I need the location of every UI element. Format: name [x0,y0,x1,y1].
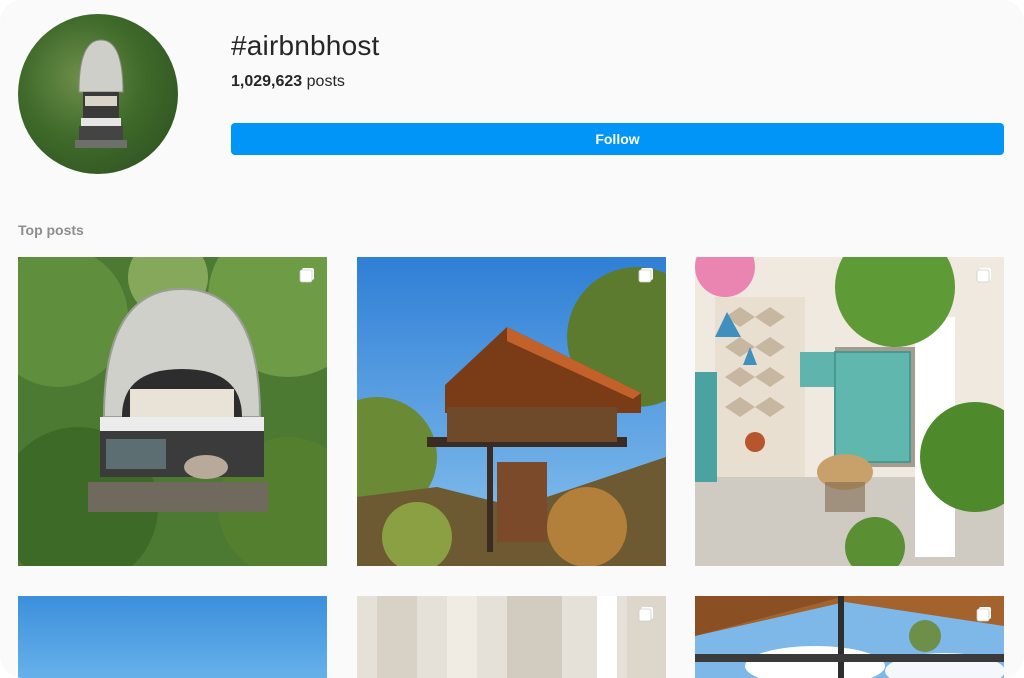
post-arched-cabin-forest[interactable] [18,257,327,566]
multiple-images-icon [976,607,991,622]
multiple-images-icon [638,268,653,283]
multiple-images-icon [299,268,314,283]
white-curtains-image [357,596,666,678]
patio-image [695,257,1004,566]
hashtag-avatar [18,14,178,174]
multiple-images-icon [976,268,991,283]
post-wooden-house-hillside[interactable] [357,257,666,566]
post-count-line: 1,029,623 posts [231,73,345,91]
hashtag-title: #airbnbhost [231,30,380,61]
follow-button[interactable]: Follow [231,123,1004,155]
blue-sky-image [18,596,327,678]
posts-word: posts [306,73,345,90]
cabin-thumbnail-image [75,39,127,148]
wooden-house-image [357,257,666,566]
wooden-roof-image [695,596,1004,678]
arched-cabin-image [18,257,327,566]
page-frame: #airbnbhost 1,029,623 posts Follow Top p… [0,0,1024,678]
post-wooden-roof-view[interactable] [695,596,1004,678]
top-posts-label: Top posts [18,222,84,238]
multiple-images-icon [638,607,653,622]
post-count: 1,029,623 [231,73,303,90]
post-patio-turquoise-shutters[interactable] [695,257,1004,566]
post-white-curtains[interactable] [357,596,666,678]
post-blue-sky[interactable] [18,596,327,678]
